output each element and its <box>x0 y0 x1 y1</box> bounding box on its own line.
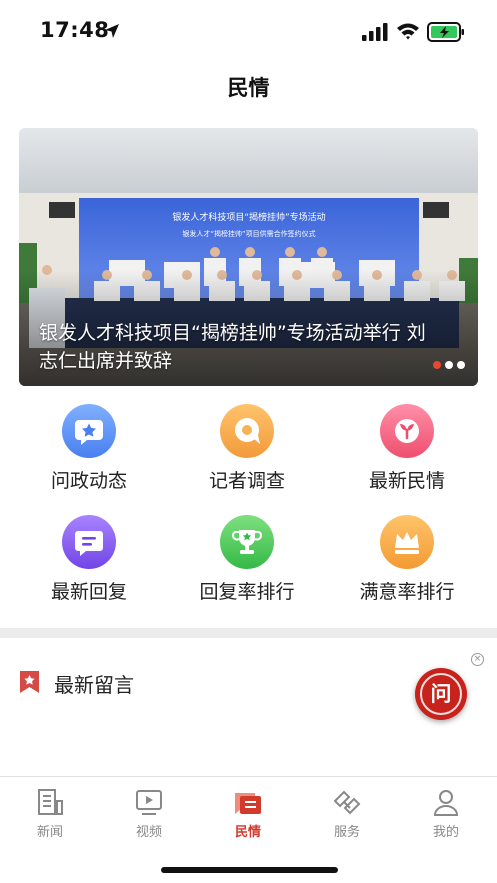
location-arrow-icon <box>105 24 119 38</box>
grid-item-huifulv-paihang[interactable]: 回复率排行 <box>177 515 317 615</box>
tab-public-opinion[interactable]: 民情 <box>208 787 288 843</box>
home-indicator <box>161 867 338 873</box>
news-icon <box>38 789 63 815</box>
grid-label: 满意率排行 <box>359 581 455 603</box>
news-banner-carousel[interactable]: 银发人才科技项目“揭榜挂帅”专场活动 银发人才“揭榜挂帅”项目供需合作签约仪式 … <box>19 128 478 386</box>
tab-label: 服务 <box>333 825 360 840</box>
tab-video[interactable]: 视频 <box>109 787 189 843</box>
carousel-dot-2[interactable] <box>445 361 453 369</box>
carousel-dots <box>433 361 465 369</box>
grid-label: 记者调查 <box>208 470 285 492</box>
star-chat-icon <box>62 404 116 458</box>
banner-screen-subtitle: 银发人才“揭榜挂帅”项目供需合作签约仪式 <box>182 229 315 238</box>
profile-icon <box>433 790 459 816</box>
status-bar: 17:48 <box>0 0 497 64</box>
bookmark-star-icon <box>20 671 39 693</box>
carousel-dot-3[interactable] <box>457 361 465 369</box>
grid-item-zuixin-huifu[interactable]: 最新回复 <box>19 515 159 615</box>
banner-screen-title: 银发人才科技项目“揭榜挂帅”专场活动 <box>172 211 325 223</box>
carousel-dot-1[interactable] <box>433 361 441 369</box>
chat-bubble-icon <box>220 404 274 458</box>
battery-charging-icon <box>427 22 464 42</box>
grid-item-wenzheng-dongtai[interactable]: 问政动态 <box>19 404 159 504</box>
trophy-icon <box>220 515 274 569</box>
latest-messages-title: 最新留言 <box>54 673 134 697</box>
wifi-icon <box>397 23 419 40</box>
page-title: 民情 <box>227 76 270 100</box>
reply-message-icon <box>62 515 116 569</box>
status-time: 17:48 <box>40 18 110 42</box>
close-icon[interactable]: × <box>471 653 484 666</box>
public-opinion-icon <box>235 793 261 814</box>
tab-label: 视频 <box>135 825 162 840</box>
grid-item-zuixin-minqing[interactable]: 最新民情 <box>337 404 477 504</box>
tab-service[interactable]: 服务 <box>307 787 387 843</box>
tab-news[interactable]: 新闻 <box>10 787 90 843</box>
section-divider <box>0 628 497 638</box>
ask-button-label: 问 <box>420 673 462 715</box>
grid-label: 最新民情 <box>368 470 445 492</box>
grid-item-manyilv-paihang[interactable]: 满意率排行 <box>337 515 477 615</box>
tab-label: 新闻 <box>36 825 63 840</box>
grid-label: 问政动态 <box>50 470 127 492</box>
sprout-icon <box>380 404 434 458</box>
video-icon <box>136 790 162 815</box>
grid-item-jizhe-diaocha[interactable]: 记者调查 <box>177 404 317 504</box>
cellular-signal-icon <box>362 23 388 41</box>
ask-question-button[interactable]: 问 <box>415 668 467 720</box>
tab-profile[interactable]: 我的 <box>406 787 486 843</box>
tab-label: 民情 <box>234 825 261 840</box>
grid-label: 回复率排行 <box>199 581 295 603</box>
service-icon <box>333 790 361 815</box>
crown-icon <box>380 515 434 569</box>
banner-caption: 银发人才科技项目“揭榜挂帅”专场活动举行 刘志仁出席并致辞 <box>39 322 426 372</box>
grid-label: 最新回复 <box>50 581 127 603</box>
tab-label: 我的 <box>432 825 459 840</box>
